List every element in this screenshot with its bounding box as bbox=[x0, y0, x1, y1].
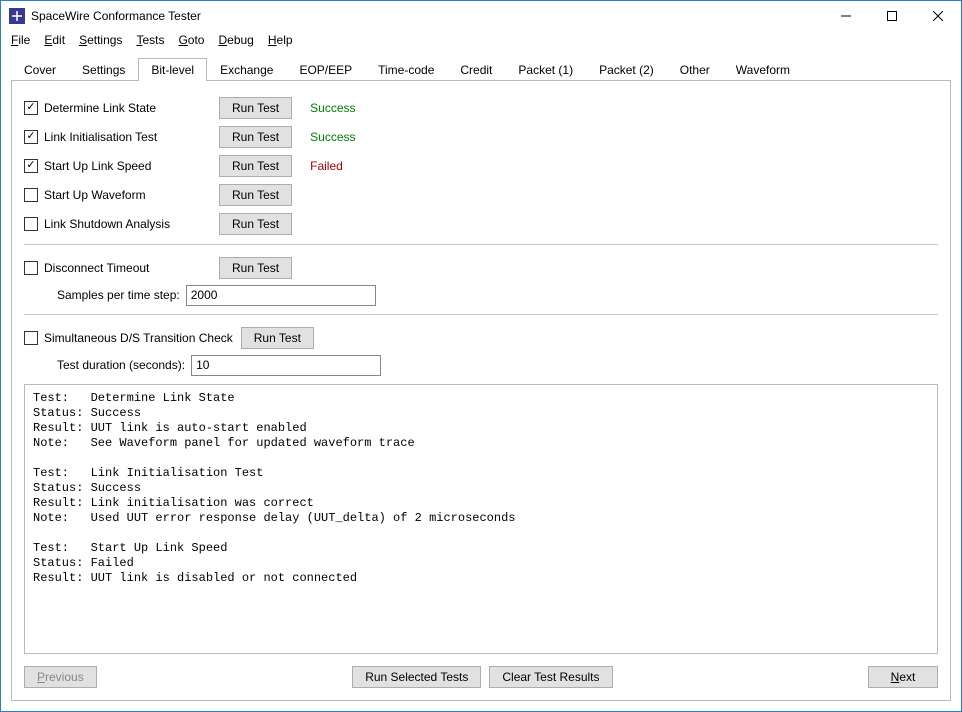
test-row-link-initialisation: ✓ Link Initialisation Test Run Test Succ… bbox=[24, 122, 938, 151]
previous-button[interactable]: Previous bbox=[24, 666, 97, 688]
test-row-determine-link-state: ✓ Determine Link State Run Test Success bbox=[24, 93, 938, 122]
tab-credit[interactable]: Credit bbox=[447, 58, 505, 81]
checkbox-start-up-waveform[interactable] bbox=[24, 188, 38, 202]
samples-input[interactable] bbox=[186, 285, 376, 306]
duration-input[interactable] bbox=[191, 355, 381, 376]
maximize-button[interactable] bbox=[869, 1, 915, 31]
test-label: Link Shutdown Analysis bbox=[44, 217, 170, 231]
test-row-disconnect-timeout: Disconnect Timeout Run Test bbox=[24, 253, 938, 282]
separator bbox=[24, 314, 938, 315]
separator bbox=[24, 244, 938, 245]
menu-settings[interactable]: Settings bbox=[79, 33, 122, 47]
tabs: Cover Settings Bit-level Exchange EOP/EE… bbox=[11, 57, 951, 80]
main-window: SpaceWire Conformance Tester File Edit S… bbox=[0, 0, 962, 712]
status-badge: Success bbox=[310, 130, 355, 144]
run-selected-tests-button[interactable]: Run Selected Tests bbox=[352, 666, 481, 688]
tab-time-code[interactable]: Time-code bbox=[365, 58, 447, 81]
tab-cover[interactable]: Cover bbox=[11, 58, 69, 81]
checkbox-link-initialisation[interactable]: ✓ bbox=[24, 130, 38, 144]
next-button[interactable]: Next bbox=[868, 666, 938, 688]
close-button[interactable] bbox=[915, 1, 961, 31]
titlebar: SpaceWire Conformance Tester bbox=[1, 1, 961, 31]
bottom-button-row: Previous Run Selected Tests Clear Test R… bbox=[24, 654, 938, 688]
tab-eop-eep[interactable]: EOP/EEP bbox=[286, 58, 365, 81]
test-row-start-up-waveform: Start Up Waveform Run Test bbox=[24, 180, 938, 209]
checkbox-link-shutdown-analysis[interactable] bbox=[24, 217, 38, 231]
menubar: File Edit Settings Tests Goto Debug Help bbox=[1, 31, 961, 53]
test-label: Start Up Waveform bbox=[44, 188, 146, 202]
samples-label: Samples per time step: bbox=[57, 288, 180, 302]
test-label: Simultaneous D/S Transition Check bbox=[44, 331, 233, 345]
run-test-button[interactable]: Run Test bbox=[219, 97, 292, 119]
menu-tests[interactable]: Tests bbox=[136, 33, 164, 47]
test-row-simultaneous-ds-transition: Simultaneous D/S Transition Check Run Te… bbox=[24, 323, 938, 352]
tab-other[interactable]: Other bbox=[667, 58, 723, 81]
content-area: Cover Settings Bit-level Exchange EOP/EE… bbox=[1, 53, 961, 711]
test-label: Disconnect Timeout bbox=[44, 261, 149, 275]
checkbox-disconnect-timeout[interactable] bbox=[24, 261, 38, 275]
tab-exchange[interactable]: Exchange bbox=[207, 58, 286, 81]
tab-bit-level[interactable]: Bit-level bbox=[138, 58, 207, 81]
tab-settings[interactable]: Settings bbox=[69, 58, 138, 81]
tab-packet-2[interactable]: Packet (2) bbox=[586, 58, 667, 81]
tab-waveform[interactable]: Waveform bbox=[723, 58, 803, 81]
run-test-button[interactable]: Run Test bbox=[241, 327, 314, 349]
tab-panel-bit-level: ✓ Determine Link State Run Test Success … bbox=[11, 80, 951, 701]
status-badge: Failed bbox=[310, 159, 343, 173]
run-test-button[interactable]: Run Test bbox=[219, 126, 292, 148]
run-test-button[interactable]: Run Test bbox=[219, 184, 292, 206]
menu-debug[interactable]: Debug bbox=[218, 33, 253, 47]
duration-row: Test duration (seconds): bbox=[24, 352, 938, 378]
app-icon bbox=[9, 8, 25, 24]
test-row-link-shutdown-analysis: Link Shutdown Analysis Run Test bbox=[24, 209, 938, 238]
status-badge: Success bbox=[310, 101, 355, 115]
results-output[interactable]: Test: Determine Link State Status: Succe… bbox=[24, 384, 938, 654]
menu-file[interactable]: File bbox=[11, 33, 30, 47]
test-label: Start Up Link Speed bbox=[44, 159, 151, 173]
minimize-button[interactable] bbox=[823, 1, 869, 31]
tab-packet-1[interactable]: Packet (1) bbox=[505, 58, 586, 81]
test-row-start-up-link-speed: ✓ Start Up Link Speed Run Test Failed bbox=[24, 151, 938, 180]
test-label: Determine Link State bbox=[44, 101, 156, 115]
checkbox-start-up-link-speed[interactable]: ✓ bbox=[24, 159, 38, 173]
duration-label: Test duration (seconds): bbox=[57, 358, 185, 372]
run-test-button[interactable]: Run Test bbox=[219, 155, 292, 177]
samples-row: Samples per time step: bbox=[24, 282, 938, 308]
test-label: Link Initialisation Test bbox=[44, 130, 157, 144]
clear-test-results-button[interactable]: Clear Test Results bbox=[489, 666, 612, 688]
menu-edit[interactable]: Edit bbox=[44, 33, 65, 47]
window-title: SpaceWire Conformance Tester bbox=[31, 9, 201, 23]
run-test-button[interactable]: Run Test bbox=[219, 257, 292, 279]
checkbox-simultaneous-ds[interactable] bbox=[24, 331, 38, 345]
menu-help[interactable]: Help bbox=[268, 33, 293, 47]
checkbox-determine-link-state[interactable]: ✓ bbox=[24, 101, 38, 115]
menu-goto[interactable]: Goto bbox=[178, 33, 204, 47]
run-test-button[interactable]: Run Test bbox=[219, 213, 292, 235]
